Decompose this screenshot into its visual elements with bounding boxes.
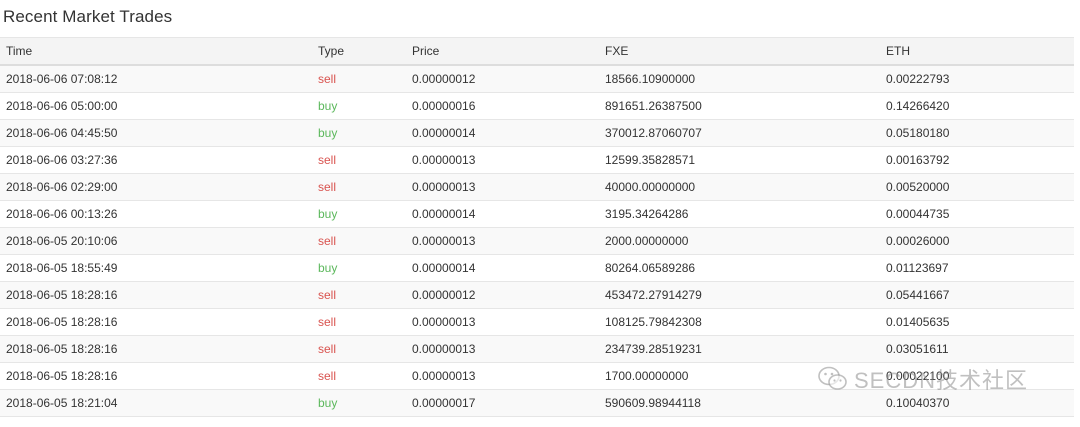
table-row: 2018-06-05 18:28:16 sell 0.00000013 108125.…: [0, 308, 1074, 336]
cell-time: 2018-06-05 18:55:49: [0, 254, 312, 282]
table-header-row: Time Type Price FXE ETH: [0, 37, 1074, 66]
cell-type: sell: [312, 335, 406, 363]
cell-eth: 0.14266420: [880, 92, 1074, 120]
cell-type: sell: [312, 227, 406, 255]
cell-time: 2018-06-06 03:27:36: [0, 146, 312, 174]
cell-type: buy: [312, 389, 406, 417]
cell-type: buy: [312, 254, 406, 282]
cell-fxe: 80264.06589286: [599, 254, 880, 282]
cell-time: 2018-06-06 00:13:26: [0, 200, 312, 228]
cell-eth: 0.00044735: [880, 200, 1074, 228]
cell-fxe: 2000.00000000: [599, 227, 880, 255]
cell-price: 0.00000013: [406, 335, 599, 363]
cell-type: sell: [312, 362, 406, 390]
cell-time: 2018-06-05 18:28:16: [0, 362, 312, 390]
column-header-fxe[interactable]: FXE: [599, 37, 880, 66]
table-row: 2018-06-05 18:28:16 sell 0.00000013 1700.00…: [0, 362, 1074, 390]
table-row: 2018-06-06 03:27:36 sell 0.00000013 12599.3…: [0, 146, 1074, 174]
cell-time: 2018-06-05 18:21:04: [0, 389, 312, 417]
cell-price: 0.00000012: [406, 64, 599, 93]
cell-eth: 0.00026000: [880, 227, 1074, 255]
cell-type: buy: [312, 200, 406, 228]
table-row: 2018-06-05 20:10:06 sell 0.00000013 2000.00…: [0, 227, 1074, 255]
cell-time: 2018-06-05 18:28:16: [0, 281, 312, 309]
cell-price: 0.00000013: [406, 146, 599, 174]
cell-time: 2018-06-06 02:29:00: [0, 173, 312, 201]
cell-eth: 0.01405635: [880, 308, 1074, 336]
cell-price: 0.00000013: [406, 173, 599, 201]
cell-type: sell: [312, 281, 406, 309]
column-header-type[interactable]: Type: [312, 37, 406, 66]
cell-eth: 0.10040370: [880, 389, 1074, 417]
cell-fxe: 18566.10900000: [599, 64, 880, 93]
cell-price: 0.00000013: [406, 362, 599, 390]
table-row: 2018-06-05 18:55:49 buy 0.00000014 80264.06…: [0, 254, 1074, 282]
cell-time: 2018-06-05 20:10:06: [0, 227, 312, 255]
table-row: 2018-06-05 18:21:04 buy 0.00000017 590609.9…: [0, 389, 1074, 417]
cell-time: 2018-06-06 04:45:50: [0, 119, 312, 147]
cell-price: 0.00000014: [406, 254, 599, 282]
cell-type: buy: [312, 119, 406, 147]
cell-price: 0.00000013: [406, 308, 599, 336]
cell-type: sell: [312, 308, 406, 336]
cell-fxe: 370012.87060707: [599, 119, 880, 147]
cell-type: sell: [312, 64, 406, 93]
cell-time: 2018-06-05 18:28:16: [0, 335, 312, 363]
cell-fxe: 40000.00000000: [599, 173, 880, 201]
table-row: 2018-06-06 02:29:00 sell 0.00000013 40000.0…: [0, 173, 1074, 201]
table-row: 2018-06-05 18:28:16 sell 0.00000013 234739.…: [0, 335, 1074, 363]
column-header-price[interactable]: Price: [406, 37, 599, 66]
cell-fxe: 12599.35828571: [599, 146, 880, 174]
cell-type: buy: [312, 92, 406, 120]
cell-eth: 0.01123697: [880, 254, 1074, 282]
cell-price: 0.00000013: [406, 227, 599, 255]
recent-trades-table: Time Type Price FXE ETH 2018-06-06 07:08…: [0, 37, 1074, 417]
cell-price: 0.00000016: [406, 92, 599, 120]
cell-eth: 0.00163792: [880, 146, 1074, 174]
cell-time: 2018-06-06 07:08:12: [0, 64, 312, 93]
cell-fxe: 234739.28519231: [599, 335, 880, 363]
cell-eth: 0.05441667: [880, 281, 1074, 309]
cell-time: 2018-06-06 05:00:00: [0, 92, 312, 120]
table-row: 2018-06-06 07:08:12 sell 0.00000012 18566.1…: [0, 64, 1074, 93]
cell-price: 0.00000012: [406, 281, 599, 309]
cell-eth: 0.00022100: [880, 362, 1074, 390]
cell-price: 0.00000014: [406, 200, 599, 228]
cell-fxe: 108125.79842308: [599, 308, 880, 336]
cell-fxe: 3195.34264286: [599, 200, 880, 228]
table-row: 2018-06-05 18:28:16 sell 0.00000012 453472.…: [0, 281, 1074, 309]
cell-price: 0.00000014: [406, 119, 599, 147]
cell-eth: 0.00520000: [880, 173, 1074, 201]
page-title: Recent Market Trades: [3, 7, 173, 26]
cell-fxe: 590609.98944118: [599, 389, 880, 417]
table-row: 2018-06-06 05:00:00 buy 0.00000016 891651.2…: [0, 92, 1074, 120]
cell-price: 0.00000017: [406, 389, 599, 417]
cell-fxe: 891651.26387500: [599, 92, 880, 120]
cell-type: sell: [312, 146, 406, 174]
column-header-time[interactable]: Time: [0, 37, 312, 66]
table-row: 2018-06-06 00:13:26 buy 0.00000014 3195.342…: [0, 200, 1074, 228]
cell-eth: 0.03051611: [880, 335, 1074, 363]
table-row: 2018-06-06 04:45:50 buy 0.00000014 370012.8…: [0, 119, 1074, 147]
cell-time: 2018-06-05 18:28:16: [0, 308, 312, 336]
column-header-eth[interactable]: ETH: [880, 37, 1074, 66]
cell-eth: 0.05180180: [880, 119, 1074, 147]
cell-fxe: 453472.27914279: [599, 281, 880, 309]
cell-eth: 0.00222793: [880, 64, 1074, 93]
cell-type: sell: [312, 173, 406, 201]
cell-fxe: 1700.00000000: [599, 362, 880, 390]
